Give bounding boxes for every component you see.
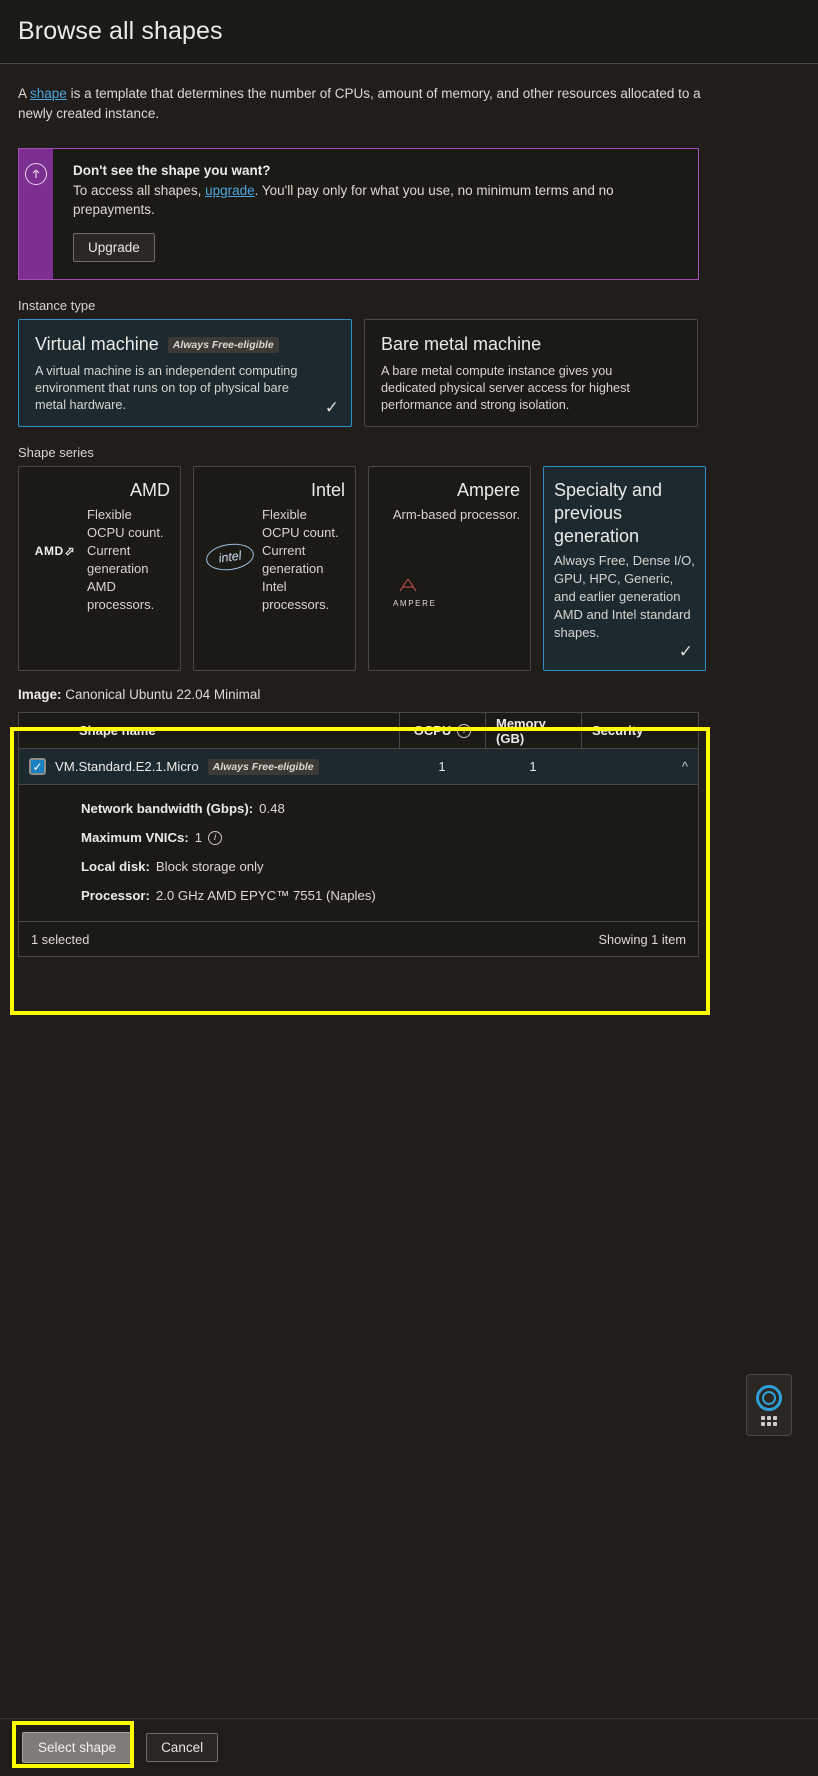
card-description: Always Free, Dense I/O, GPU, HPC, Generi… bbox=[554, 553, 695, 640]
detail-label: Maximum VNICs: bbox=[81, 830, 189, 845]
apps-grid-icon bbox=[761, 1415, 777, 1426]
shape-name-text: VM.Standard.E2.1.Micro bbox=[55, 759, 199, 774]
shape-series-card-specialty-and-previous-generation[interactable]: Specialty and previous generation Always… bbox=[543, 466, 706, 671]
instance-type-card-bare-metal-machine[interactable]: Bare metal machine A bare metal compute … bbox=[364, 319, 698, 427]
cell-ocpu: 1 bbox=[438, 759, 446, 774]
chevron-up-icon[interactable]: ^ bbox=[682, 759, 688, 774]
image-label: Image: bbox=[18, 687, 62, 702]
intro-rest: is a template that determines the number… bbox=[18, 86, 701, 121]
shapes-table: Shape name OCPU i Memory (GB) Security ✓… bbox=[18, 712, 699, 957]
card-description: Flexible OCPU count. Current generation … bbox=[87, 507, 164, 612]
row-details-panel: Network bandwidth (Gbps): 0.48 Maximum V… bbox=[19, 785, 698, 922]
upgrade-arrow-icon bbox=[25, 163, 47, 185]
instance-type-card-virtual-machine[interactable]: Virtual machine Always Free-eligible A v… bbox=[18, 319, 352, 427]
shape-series-card-ampere[interactable]: Ampere Arm-based processor. AMPERE bbox=[368, 466, 531, 671]
detail-label: Network bandwidth (Gbps): bbox=[81, 801, 254, 816]
shape-series-card-amd[interactable]: AMD AMD ⬀ Flexible OCPU count. Current ge… bbox=[18, 466, 181, 671]
detail-local-disk: Local disk: Block storage only bbox=[81, 859, 698, 874]
detail-label: Local disk: bbox=[81, 859, 150, 874]
selected-count: 1 selected bbox=[31, 931, 90, 947]
shape-series-label: Shape series bbox=[18, 445, 94, 460]
banner-body: Don't see the shape you want? To access … bbox=[53, 149, 669, 279]
card-title: AMD bbox=[130, 480, 170, 500]
shape-doc-link[interactable]: shape bbox=[30, 86, 67, 101]
card-title: Ampere bbox=[456, 480, 520, 500]
banner-title: Don't see the shape you want? bbox=[73, 163, 271, 178]
detail-value: 2.0 GHz AMD EPYC™ 7551 (Naples) bbox=[155, 888, 376, 903]
table-row[interactable]: ✓ VM.Standard.E2.1.Micro Always Free-eli… bbox=[19, 749, 698, 785]
cell-security: ^ bbox=[581, 759, 698, 774]
column-header-memory: Memory (GB) bbox=[485, 712, 581, 749]
shape-series-cards: AMD AMD ⬀ Flexible OCPU count. Current ge… bbox=[18, 466, 800, 671]
table-footer: 1 selected Showing 1 item bbox=[19, 922, 698, 956]
column-header-shape-name: Shape name bbox=[79, 723, 156, 738]
card-head: Bare metal machine bbox=[381, 334, 681, 355]
check-icon: ✓ bbox=[678, 642, 693, 661]
ampere-logo-icon: AMPERE bbox=[393, 577, 436, 608]
detail-value: 0.48 bbox=[259, 801, 285, 816]
image-value: Canonical Ubuntu 22.04 Minimal bbox=[65, 687, 261, 702]
banner-text-before: To access all shapes, bbox=[73, 183, 206, 198]
help-widget[interactable] bbox=[746, 1374, 792, 1436]
instance-type-label: Instance type bbox=[18, 298, 96, 313]
card-title: Specialty and previous generation bbox=[554, 480, 663, 546]
column-header-security: Security bbox=[581, 712, 698, 749]
card-description: A virtual machine is an independent comp… bbox=[35, 364, 298, 412]
info-icon[interactable]: i bbox=[208, 830, 223, 845]
banner-text: To access all shapes, upgrade. You'll pa… bbox=[73, 181, 653, 219]
cancel-button[interactable]: Cancel bbox=[146, 1733, 219, 1762]
detail-label: Processor: bbox=[81, 888, 150, 903]
cell-shape-name: ✓ VM.Standard.E2.1.Micro Always Free-eli… bbox=[19, 758, 399, 775]
browse-all-shapes-dialog: Browse all shapes A shape is a template … bbox=[0, 0, 818, 1776]
detail-value: Block storage only bbox=[155, 859, 264, 874]
column-header-ocpu-label: OCPU bbox=[413, 723, 452, 738]
select-shape-button[interactable]: Select shape bbox=[22, 1732, 133, 1763]
upgrade-button[interactable]: Upgrade bbox=[73, 233, 155, 262]
dialog-body: A shape is a template that determines th… bbox=[0, 84, 818, 957]
intro-paragraph: A shape is a template that determines th… bbox=[18, 84, 708, 124]
card-title: Virtual machine bbox=[35, 334, 159, 354]
card-inner: AMD ⬀ Flexible OCPU count. Current genera… bbox=[29, 506, 170, 614]
card-description: A bare metal compute instance gives you … bbox=[381, 364, 630, 412]
upgrade-banner: Don't see the shape you want? To access … bbox=[18, 148, 699, 280]
image-line: Image: Canonical Ubuntu 22.04 Minimal bbox=[18, 687, 800, 702]
detail-value: 1 bbox=[194, 830, 203, 845]
card-title: Intel bbox=[310, 480, 345, 500]
page-title: Browse all shapes bbox=[18, 17, 223, 45]
column-header-ocpu: OCPU i bbox=[399, 712, 485, 749]
table-header-row: Shape name OCPU i Memory (GB) Security bbox=[19, 712, 698, 749]
banner-accent-stripe bbox=[19, 149, 53, 279]
card-description: Arm-based processor. bbox=[392, 507, 520, 522]
card-description: Flexible OCPU count. Current generation … bbox=[262, 507, 339, 612]
detail-processor: Processor: 2.0 GHz AMD EPYC™ 7551 (Naple… bbox=[81, 888, 698, 903]
info-icon[interactable]: i bbox=[457, 723, 472, 738]
check-icon: ✓ bbox=[324, 398, 339, 417]
detail-maximum-vnics: Maximum VNICs: 1 i bbox=[81, 830, 698, 845]
upgrade-link[interactable]: upgrade bbox=[205, 183, 255, 198]
card-inner: Arm-based processor. bbox=[379, 506, 520, 524]
card-title: Bare metal machine bbox=[381, 334, 542, 354]
always-free-pill: Always Free-eligible bbox=[167, 336, 279, 353]
card-head: Virtual machine Always Free-eligible bbox=[35, 334, 335, 355]
shape-series-card-intel[interactable]: Intel intel Flexible OCPU count. Current… bbox=[193, 466, 356, 671]
intel-logo-icon: intel bbox=[204, 506, 256, 574]
showing-count: Showing 1 item bbox=[598, 931, 687, 947]
row-checkbox[interactable]: ✓ bbox=[29, 758, 46, 775]
always-free-pill: Always Free-eligible bbox=[207, 758, 319, 775]
life-ring-icon bbox=[756, 1384, 782, 1411]
detail-network-bandwidth: Network bandwidth (Gbps): 0.48 bbox=[81, 801, 698, 816]
cell-memory: 1 bbox=[529, 759, 537, 774]
dialog-footer: Select shape Cancel bbox=[0, 1718, 818, 1776]
card-inner: Always Free, Dense I/O, GPU, HPC, Generi… bbox=[554, 552, 695, 642]
dialog-header: Browse all shapes bbox=[0, 0, 818, 64]
card-inner: intel Flexible OCPU count. Current gener… bbox=[204, 506, 345, 614]
instance-type-cards: Virtual machine Always Free-eligible A v… bbox=[18, 319, 800, 427]
amd-logo-icon: AMD ⬀ bbox=[34, 544, 76, 558]
intro-prefix: A bbox=[18, 86, 31, 101]
